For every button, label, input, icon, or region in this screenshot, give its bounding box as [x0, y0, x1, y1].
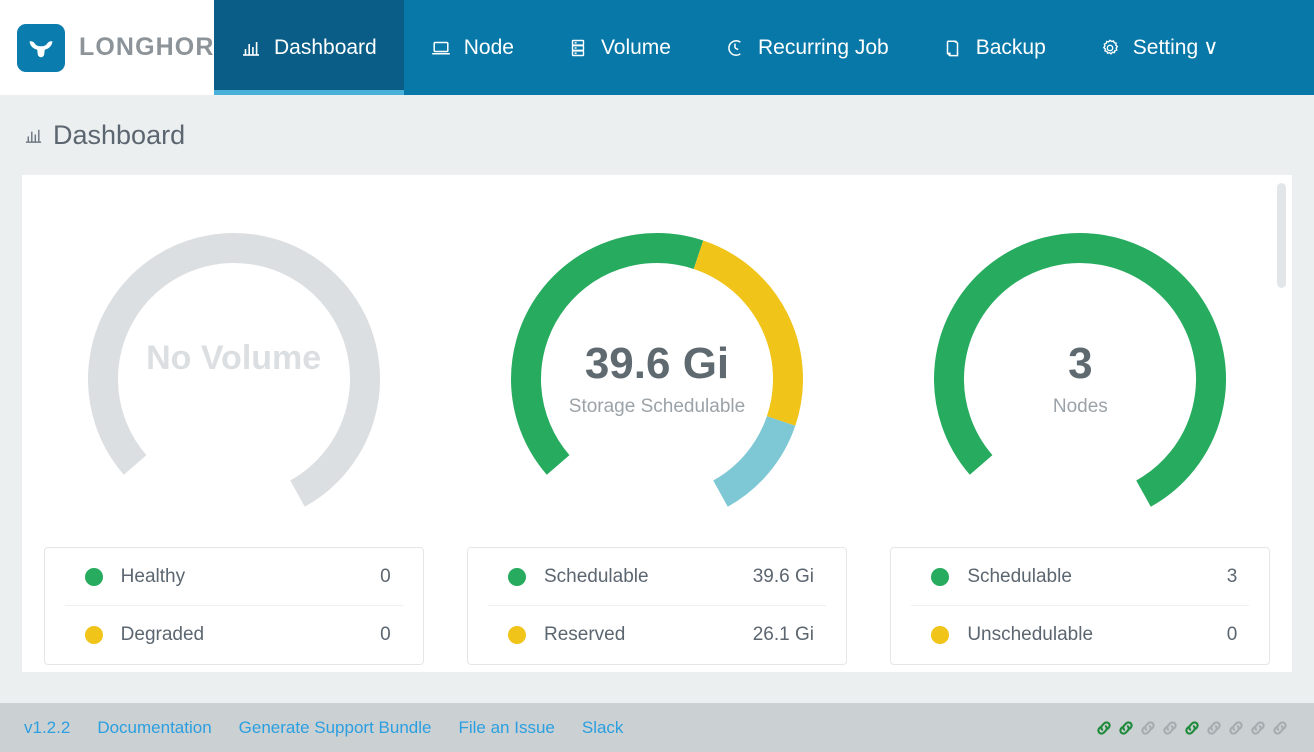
bar-chart-icon: [24, 126, 43, 145]
link-icon[interactable]: [1204, 718, 1224, 738]
gauge-storage-label: Storage Schedulable: [568, 395, 746, 417]
footer-link-generate-support-bundle[interactable]: Generate Support Bundle: [239, 718, 432, 738]
gauge-nodes-value: 3: [1068, 339, 1093, 388]
gauge-storage-chart[interactable]: 39.6 Gi Storage Schedulable: [482, 211, 832, 541]
legend-color-dot: [931, 567, 950, 586]
link-icon[interactable]: [1226, 718, 1246, 738]
footer: v1.2.2 Documentation Generate Support Bu…: [0, 703, 1314, 752]
legend-col-nodes: Schedulable 3 Unschedulable 0: [869, 547, 1292, 665]
brand-logo-area[interactable]: LONGHORN: [0, 0, 233, 95]
legend-item: Healthy 0: [64, 548, 403, 606]
legend-col-volume: Healthy 0 Degraded 0: [22, 547, 445, 665]
gauge-storage: 39.6 Gi Storage Schedulable: [445, 211, 868, 541]
content-scrollbar[interactable]: [1277, 183, 1286, 288]
nav-item-label: Node: [463, 35, 514, 59]
link-icon[interactable]: [1138, 718, 1158, 738]
nav-items: Dashboard Node Volume Recurring Job Back…: [214, 0, 1314, 95]
nav-item-label: Backup: [975, 35, 1046, 59]
websocket-status-indicators: [1094, 718, 1290, 738]
legend-item: Reserved 26.1 Gi: [488, 606, 826, 664]
legend-color-dot: [507, 567, 526, 586]
link-icon[interactable]: [1182, 718, 1202, 738]
legend-card-nodes: Schedulable 3 Unschedulable 0: [890, 547, 1271, 665]
top-navbar: LONGHORN Dashboard Node Volume Recurring…: [0, 0, 1314, 95]
legend-col-storage: Schedulable 39.6 Gi Reserved 26.1 Gi: [445, 547, 868, 665]
link-icon[interactable]: [1116, 718, 1136, 738]
legend-item-label: Unschedulable: [967, 624, 1094, 645]
gauge-storage-center: 39.6 Gi Storage Schedulable: [482, 339, 832, 418]
legend-item-label: Schedulable: [967, 565, 1072, 587]
nav-item-label: Dashboard: [274, 35, 377, 59]
gauge-nodes: 3 Nodes: [869, 211, 1292, 541]
footer-link-slack[interactable]: Slack: [582, 718, 624, 738]
legend-item-value: 26.1 Gi: [752, 624, 814, 645]
legend-item-label: Degraded: [120, 624, 205, 645]
legend-item-value: 0: [1226, 624, 1238, 645]
legend-item-label: Schedulable: [543, 565, 649, 587]
page-title-bar: Dashboard: [0, 95, 1314, 175]
laptop-icon: [431, 38, 451, 58]
legend-item: Schedulable 39.6 Gi: [487, 548, 826, 606]
legend-card-volume: Healthy 0 Degraded 0: [43, 547, 424, 665]
gauge-volume-center: No Volume: [59, 339, 409, 384]
legend-color-dot: [84, 567, 103, 586]
nav-item-backup[interactable]: Backup: [916, 0, 1073, 95]
footer-version: v1.2.2: [24, 717, 71, 737]
legend-item-value: 0: [380, 624, 391, 645]
nav-item-volume[interactable]: Volume: [541, 0, 698, 95]
gauge-storage-value: 39.6 Gi: [584, 339, 730, 388]
nav-item-label: Setting: [1132, 35, 1199, 59]
legend-item-value: 0: [380, 565, 391, 587]
nav-item-label: Recurring Job: [757, 35, 889, 59]
footer-link-documentation[interactable]: Documentation: [97, 718, 211, 738]
legend-card-storage: Schedulable 39.6 Gi Reserved 26.1 Gi: [466, 547, 847, 665]
nav-item-recurring-job[interactable]: Recurring Job: [698, 0, 916, 95]
gauge-volume: No Volume: [22, 211, 445, 541]
legend-color-dot: [931, 626, 950, 644]
legend-item-value: 3: [1226, 565, 1238, 587]
page-title: Dashboard: [53, 119, 186, 150]
footer-links: v1.2.2 Documentation Generate Support Bu…: [24, 718, 623, 738]
chevron-down-icon: ∨: [1203, 36, 1219, 59]
gauge-nodes-center: 3 Nodes: [905, 339, 1255, 418]
gauge-nodes-label: Nodes: [1052, 395, 1108, 417]
gauge-segment: [712, 415, 796, 507]
legend-item-label: Healthy: [120, 565, 186, 587]
footer-link-file-an-issue[interactable]: File an Issue: [458, 718, 554, 738]
legend-item-label: Reserved: [543, 624, 626, 645]
legend-item: Schedulable 3: [911, 548, 1250, 606]
dashboard-content-card: No Volume 39.6 Gi Storage Schedulable 3 …: [22, 175, 1292, 672]
gauge-nodes-chart[interactable]: 3 Nodes: [905, 211, 1255, 541]
link-icon[interactable]: [1094, 718, 1114, 738]
legend-item: Degraded 0: [65, 606, 403, 664]
nav-item-setting[interactable]: Setting ∨: [1073, 0, 1246, 95]
clock-icon: [725, 38, 745, 58]
server-icon: [568, 38, 588, 58]
gear-icon: [1100, 38, 1120, 58]
link-icon[interactable]: [1248, 718, 1268, 738]
copy-icon: [943, 38, 963, 58]
legend-row: Healthy 0 Degraded 0 Schedulable 39.6 Gi Rese…: [22, 547, 1292, 665]
legend-item-value: 39.6 Gi: [752, 565, 814, 587]
nav-item-node[interactable]: Node: [404, 0, 541, 95]
gauges-row: No Volume 39.6 Gi Storage Schedulable 3 …: [22, 175, 1292, 541]
legend-item: Unschedulable 0: [911, 606, 1249, 664]
nav-item-dashboard[interactable]: Dashboard: [214, 0, 404, 95]
bar-chart-icon: [241, 38, 261, 58]
brand-name: LONGHORN: [79, 33, 234, 61]
longhorn-bull-icon: [17, 23, 65, 72]
link-icon[interactable]: [1160, 718, 1180, 738]
gauge-volume-chart[interactable]: No Volume: [59, 211, 409, 541]
nav-item-label: Volume: [600, 35, 671, 59]
gauge-volume-value: No Volume: [146, 339, 322, 377]
legend-color-dot: [507, 626, 526, 644]
legend-color-dot: [84, 626, 103, 644]
link-icon[interactable]: [1270, 718, 1290, 738]
